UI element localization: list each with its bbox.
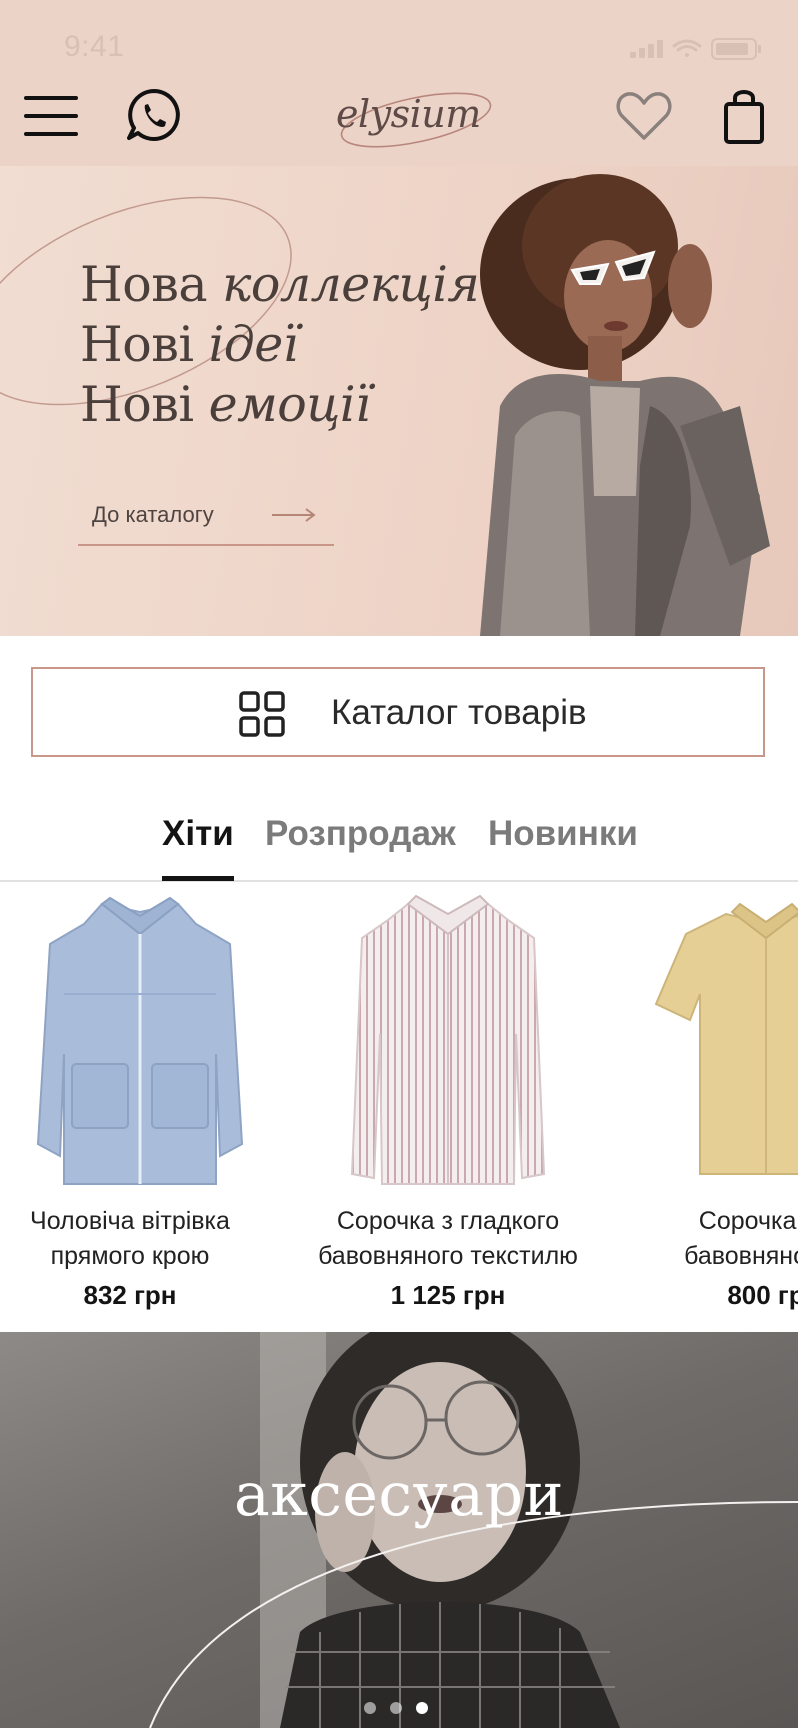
signal-icon bbox=[630, 40, 663, 58]
status-bar: 9:41 bbox=[0, 0, 798, 63]
hero-line-2: Нові ідеї bbox=[80, 316, 298, 373]
status-icons bbox=[630, 36, 770, 62]
grid-icon bbox=[239, 691, 285, 737]
carousel-dot-1[interactable] bbox=[364, 1702, 376, 1714]
product-price: 832 грн bbox=[83, 1280, 177, 1310]
hero-line-1: Нова коллекція bbox=[80, 256, 480, 313]
to-catalog-label: До каталогу bbox=[92, 502, 214, 527]
carousel-dot-2[interactable] bbox=[390, 1702, 402, 1714]
to-catalog-link[interactable]: До каталогу bbox=[78, 502, 334, 546]
tab-sale[interactable]: Розпродаж bbox=[265, 814, 456, 854]
heart-icon bbox=[616, 92, 672, 140]
hero-model-photo bbox=[480, 174, 770, 636]
product-card[interactable]: Сорочка з гладкого бавовняного текстилю … bbox=[298, 882, 598, 1332]
menu-button[interactable] bbox=[24, 86, 84, 146]
status-time: 9:41 bbox=[64, 30, 125, 63]
product-image-striped-shirt bbox=[350, 894, 546, 1185]
product-price: 1 125 грн bbox=[390, 1280, 506, 1310]
accessories-title: аксесуари bbox=[234, 1460, 564, 1530]
favorites-button[interactable] bbox=[614, 86, 674, 146]
product-carousel: Чоловіча вітрівка прямого крою 832 грн С… bbox=[0, 882, 798, 1332]
active-tab-indicator bbox=[162, 876, 234, 881]
tab-hits[interactable]: Хіти bbox=[162, 814, 234, 854]
carousel-dot-3[interactable] bbox=[416, 1702, 428, 1714]
product-name: Сорочка з т бавовняного т bbox=[684, 1207, 798, 1270]
logo-text: elysium bbox=[336, 92, 481, 136]
product-image-jacket bbox=[36, 896, 244, 1185]
menu-icon bbox=[24, 96, 78, 136]
whatsapp-icon bbox=[127, 89, 180, 141]
accessories-banner[interactable]: аксесуари bbox=[0, 1332, 798, 1728]
screen: 9:41 elysium Нова коллекція Нові ідеї Но… bbox=[0, 0, 798, 1728]
product-tabs: Хіти Розпродаж Новинки bbox=[0, 808, 798, 882]
accessories-model-photo bbox=[149, 1332, 798, 1728]
battery-icon bbox=[711, 38, 761, 60]
product-name: Чоловіча вітрівка прямого крою bbox=[30, 1207, 230, 1270]
whatsapp-button[interactable] bbox=[124, 86, 184, 146]
product-card[interactable]: Сорочка з т бавовняного т 800 гр bbox=[616, 882, 798, 1332]
logo[interactable]: elysium bbox=[318, 80, 494, 158]
product-card[interactable]: Чоловіча вітрівка прямого крою 832 грн bbox=[0, 882, 280, 1332]
catalog-button[interactable]: Каталог товарів bbox=[31, 667, 765, 757]
tab-new[interactable]: Новинки bbox=[488, 814, 638, 854]
shopping-bag-icon bbox=[724, 90, 764, 144]
header: elysium bbox=[0, 62, 798, 166]
catalog-label: Каталог товарів bbox=[331, 693, 587, 732]
product-name: Сорочка з гладкого бавовняного текстилю bbox=[318, 1207, 578, 1270]
hero-banner[interactable]: Нова коллекція Нові ідеї Нові емоції До … bbox=[0, 166, 798, 636]
product-price: 800 гр bbox=[727, 1280, 798, 1310]
hero-line-3: Нові емоції bbox=[80, 376, 371, 433]
product-image-short-sleeve-shirt bbox=[654, 902, 798, 1175]
cart-button[interactable] bbox=[716, 86, 776, 146]
wifi-icon bbox=[672, 39, 702, 57]
arrow-right-icon bbox=[272, 508, 316, 522]
